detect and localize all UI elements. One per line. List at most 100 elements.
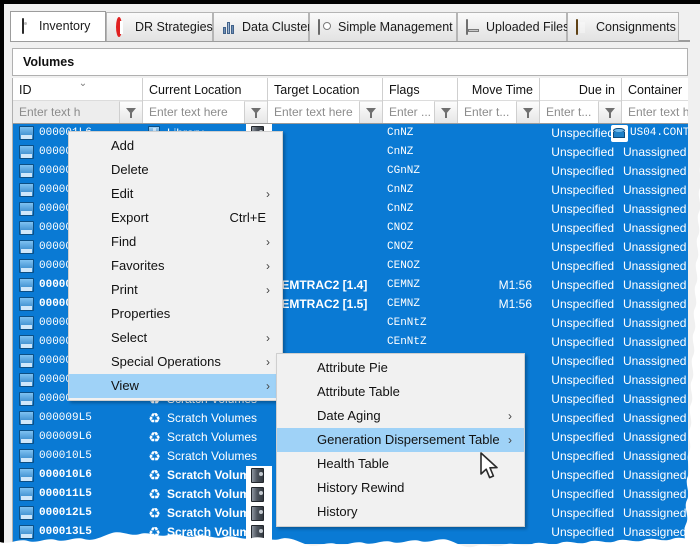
filter-input-id[interactable]: Enter text h xyxy=(13,105,119,119)
cell-id: 000011L5 xyxy=(39,488,92,500)
column-filter-row-id[interactable]: Enter text h xyxy=(13,100,142,123)
column-header-movetime[interactable]: Move Time Enter t... xyxy=(458,78,540,123)
cartridge-icon xyxy=(19,430,34,444)
cell-due-in: Unspecified xyxy=(551,126,614,140)
column-header-duein[interactable]: Due in Enter t... xyxy=(540,78,622,123)
menu-item-select[interactable]: Select › xyxy=(69,326,282,350)
tab-inventory[interactable]: Inventory xyxy=(10,11,106,41)
view-submenu[interactable]: Attribute Pie Attribute Table Date Aging › G… xyxy=(276,353,525,527)
submenu-arrow-icon: › xyxy=(266,259,270,273)
filter-button-id[interactable] xyxy=(119,101,142,123)
cartridge-icon xyxy=(19,126,34,140)
cell-due-in: Unspecified xyxy=(551,183,614,197)
column-header-id[interactable]: ID ⌄ Enter text h xyxy=(13,78,143,123)
tab-data-clusters[interactable]: Data Clusters xyxy=(213,12,318,41)
filter-button-duein[interactable] xyxy=(598,101,621,123)
menu-item-export[interactable]: Export Ctrl+E xyxy=(69,206,282,230)
dark-tape-icon xyxy=(251,487,264,502)
cartridge-icon xyxy=(19,278,34,292)
menu-item-view[interactable]: View › xyxy=(69,374,282,398)
tab-uploaded-files[interactable]: Uploaded Files xyxy=(457,12,570,41)
menu-item-label: Export xyxy=(111,210,149,225)
menu-item-label: Date Aging xyxy=(317,408,381,423)
cell-move-time xyxy=(458,162,532,181)
submenu-arrow-icon: › xyxy=(508,409,512,423)
cell-target-location xyxy=(272,200,381,219)
filter-input-current[interactable]: Enter text here xyxy=(143,105,244,119)
submenu-item-attribute-pie[interactable]: Attribute Pie xyxy=(277,356,524,380)
menu-item-properties[interactable]: Properties xyxy=(69,302,282,326)
cell-flags: CEMNZ xyxy=(387,279,421,291)
cell-due-in: Unspecified xyxy=(551,506,614,520)
cell-due-in: Unspecified xyxy=(551,164,614,178)
filter-button-target[interactable] xyxy=(359,101,382,123)
filter-input-movetime[interactable]: Enter t... xyxy=(458,105,516,119)
cell-due-in: Unspecified xyxy=(551,145,614,159)
menu-item-print[interactable]: Print › xyxy=(69,278,282,302)
tab-label: Inventory xyxy=(39,19,91,34)
filter-input-flags[interactable]: Enter ... xyxy=(383,105,434,119)
funnel-icon xyxy=(522,107,534,118)
menu-item-special-operations[interactable]: Special Operations › xyxy=(69,350,282,374)
container-icon xyxy=(612,127,627,140)
column-filter-row-movetime[interactable]: Enter t... xyxy=(458,100,539,123)
tab-label: Data Clusters xyxy=(242,19,318,34)
submenu-item-history[interactable]: History xyxy=(277,500,524,524)
column-filter-row-target[interactable]: Enter text here xyxy=(268,100,382,123)
column-filter-row-duein[interactable]: Enter t... xyxy=(540,100,621,123)
cell-target-location xyxy=(272,124,381,143)
submenu-item-date-aging[interactable]: Date Aging › xyxy=(277,404,524,428)
filter-button-flags[interactable] xyxy=(434,101,457,123)
filter-button-current[interactable] xyxy=(244,101,267,123)
cell-flags: CEMNZ xyxy=(387,298,421,310)
menu-item-find[interactable]: Find › xyxy=(69,230,282,254)
filter-input-duein[interactable]: Enter t... xyxy=(540,105,598,119)
menu-item-edit[interactable]: Edit › xyxy=(69,182,282,206)
funnel-icon xyxy=(365,107,377,118)
column-header-target[interactable]: Target Location Enter text here xyxy=(268,78,383,123)
cell-id: 000009L5 xyxy=(39,412,92,424)
cartridge-icon xyxy=(19,240,34,254)
menu-item-label: Attribute Pie xyxy=(317,360,388,375)
column-header-current[interactable]: Current Location Enter text here xyxy=(143,78,268,123)
cartridge-icon xyxy=(19,449,34,463)
cell-move-time: M1:56 xyxy=(498,278,532,292)
menu-item-add[interactable]: Add xyxy=(69,134,282,158)
context-menu[interactable]: Add Delete Edit › Export Ctrl+E Find › Favorites… xyxy=(68,131,283,401)
cell-id: 000010L6 xyxy=(39,469,92,481)
cell-move-time xyxy=(458,314,532,333)
column-header-label: Due in xyxy=(578,83,615,97)
menu-item-favorites[interactable]: Favorites › xyxy=(69,254,282,278)
cell-due-in: Unspecified xyxy=(551,487,614,501)
cell-move-time xyxy=(458,257,532,276)
submenu-item-attribute-table[interactable]: Attribute Table xyxy=(277,380,524,404)
cell-flags: CNOZ xyxy=(387,222,414,234)
cartridge-icon xyxy=(19,297,34,311)
tab-dr-strategies[interactable]: DR Strategies xyxy=(106,12,213,41)
menu-item-delete[interactable]: Delete xyxy=(69,158,282,182)
cartridge-icon xyxy=(19,354,34,368)
filter-button-movetime[interactable] xyxy=(516,101,539,123)
cartridge-icon xyxy=(19,316,34,330)
cartridge-icon xyxy=(19,145,34,159)
submenu-arrow-icon: › xyxy=(266,331,270,345)
filter-input-target[interactable]: Enter text here xyxy=(268,105,359,119)
cell-flags: CNOZ xyxy=(387,241,414,253)
dark-tape-icon xyxy=(251,468,264,483)
tab-consignments[interactable]: Consignments xyxy=(567,12,679,41)
cartridge-icon xyxy=(19,335,34,349)
cell-due-in: Unspecified xyxy=(551,373,614,387)
sort-chevron-icon: ⌄ xyxy=(78,78,88,89)
tab-label: Simple Management xyxy=(338,19,453,34)
cell-due-in: Unspecified xyxy=(551,392,614,406)
submenu-item-generation-dispersement-table[interactable]: Generation Dispersement Table › xyxy=(277,428,524,452)
tab-label: Uploaded Files xyxy=(486,19,570,34)
cell-id: 000009L6 xyxy=(39,431,92,443)
column-header-flags[interactable]: Flags Enter ... xyxy=(383,78,458,123)
mouse-pointer-icon xyxy=(480,452,498,479)
cell-target-location xyxy=(272,181,381,200)
tab-simple-management[interactable]: Simple Management xyxy=(309,12,457,41)
column-filter-row-flags[interactable]: Enter ... xyxy=(383,100,457,123)
column-filter-row-current[interactable]: Enter text here xyxy=(143,100,267,123)
column-header-label: Target Location xyxy=(274,83,360,97)
